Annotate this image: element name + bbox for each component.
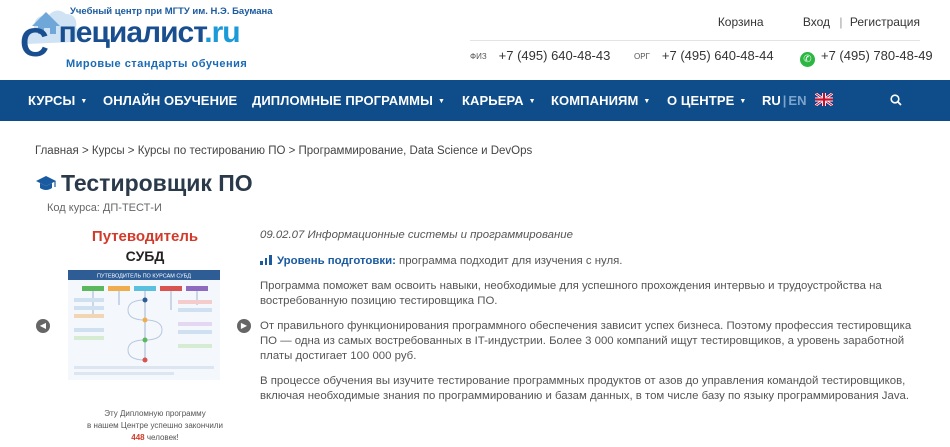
cart-link[interactable]: Корзина — [718, 15, 764, 29]
nav-about[interactable]: О ЦЕНТРЕ ▼ — [667, 93, 746, 108]
logo-text: Специалист.ru — [58, 16, 241, 49]
svg-text:ПУТЕВОДИТЕЛЬ ПО КУРСАМ СУБД: ПУТЕВОДИТЕЛЬ ПО КУРСАМ СУБД — [97, 274, 191, 280]
phone-whatsapp[interactable]: ✆ +7 (495) 780-48-49 — [800, 48, 933, 67]
specialty: 09.02.07 Информационные системы и програ… — [260, 229, 573, 241]
lang-en[interactable]: EN — [788, 93, 806, 108]
graduates-count: 448 — [131, 433, 145, 442]
description-paragraph: В процессе обучения вы изучите тестирова… — [260, 375, 910, 402]
graduates-note: Эту Дипломную программу в нашем Центре у… — [86, 409, 224, 442]
logo[interactable]: С Учебный центр при МГТУ им. Н.Э. Бауман… — [20, 4, 273, 74]
guide-carousel: Путеводитель СУБД ◀ ▶ ПУТЕВОДИТЕЛЬ ПО КУ… — [30, 222, 255, 447]
carousel-next-button[interactable]: ▶ — [237, 319, 251, 333]
course-description: 09.02.07 Информационные системы и програ… — [260, 228, 920, 404]
chevron-down-icon: ▼ — [739, 98, 747, 105]
login-link[interactable]: Вход — [803, 15, 830, 29]
chevron-down-icon: ▼ — [437, 98, 445, 105]
nav-online[interactable]: ОНЛАЙН ОБУЧЕНИЕ — [103, 93, 237, 108]
register-link[interactable]: Регистрация — [850, 15, 920, 29]
guide-title: Путеводитель — [91, 228, 199, 245]
guide-subtitle: СУБД — [125, 248, 165, 264]
breadcrumb[interactable]: Главная > Курсы > Курсы по тестированию … — [35, 145, 532, 157]
nav-diploma[interactable]: ДИПЛОМНЫЕ ПРОГРАММЫ ▼ — [252, 93, 445, 108]
logo-slogan: Мировые стандарты обучения — [66, 58, 248, 70]
chevron-down-icon: ▼ — [643, 98, 651, 105]
nav-companies[interactable]: КОМПАНИЯМ ▼ — [551, 93, 650, 108]
lang-ru[interactable]: RU — [762, 93, 781, 108]
description-paragraph: Программа поможет вам освоить навыки, не… — [260, 280, 882, 307]
main-nav: КУРСЫ ▼ ОНЛАЙН ОБУЧЕНИЕ ДИПЛОМНЫЕ ПРОГРАМ… — [0, 80, 950, 121]
phone-organization[interactable]: ОРГ +7 (495) 640-48-44 — [634, 48, 774, 63]
graduation-cap-icon — [36, 176, 56, 190]
language-switch[interactable]: RU | EN — [762, 93, 806, 108]
page-title: Тестировщик ПО — [61, 170, 253, 196]
phones-bar: ФИЗ +7 (495) 640-48-43 ОРГ +7 (495) 640-48… — [470, 40, 933, 70]
uk-flag-icon[interactable] — [815, 93, 833, 106]
nav-courses[interactable]: КУРСЫ ▼ — [28, 93, 87, 108]
chevron-down-icon: ▼ — [80, 98, 88, 105]
level: Уровень подготовки: программа подходит д… — [260, 254, 920, 269]
top-links: Корзина Вход | Регистрация — [710, 15, 920, 29]
site-header: С Учебный центр при МГТУ им. Н.Э. Бауман… — [0, 0, 950, 80]
separator: | — [839, 15, 843, 29]
level-bars-icon — [260, 255, 272, 265]
guide-image[interactable]: ПУТЕВОДИТЕЛЬ ПО КУРСАМ СУБД — [68, 270, 220, 380]
whatsapp-icon: ✆ — [800, 52, 815, 67]
course-code: Код курса: ДП-ТЕСТ-И — [47, 202, 162, 214]
chevron-down-icon: ▼ — [528, 98, 536, 105]
nav-career[interactable]: КАРЬЕРА ▼ — [462, 93, 536, 108]
carousel-prev-button[interactable]: ◀ — [36, 319, 50, 333]
description-paragraph: От правильного функционирования программ… — [260, 320, 912, 362]
phone-individual[interactable]: ФИЗ +7 (495) 640-48-43 — [470, 48, 610, 63]
search-icon[interactable] — [890, 94, 902, 106]
